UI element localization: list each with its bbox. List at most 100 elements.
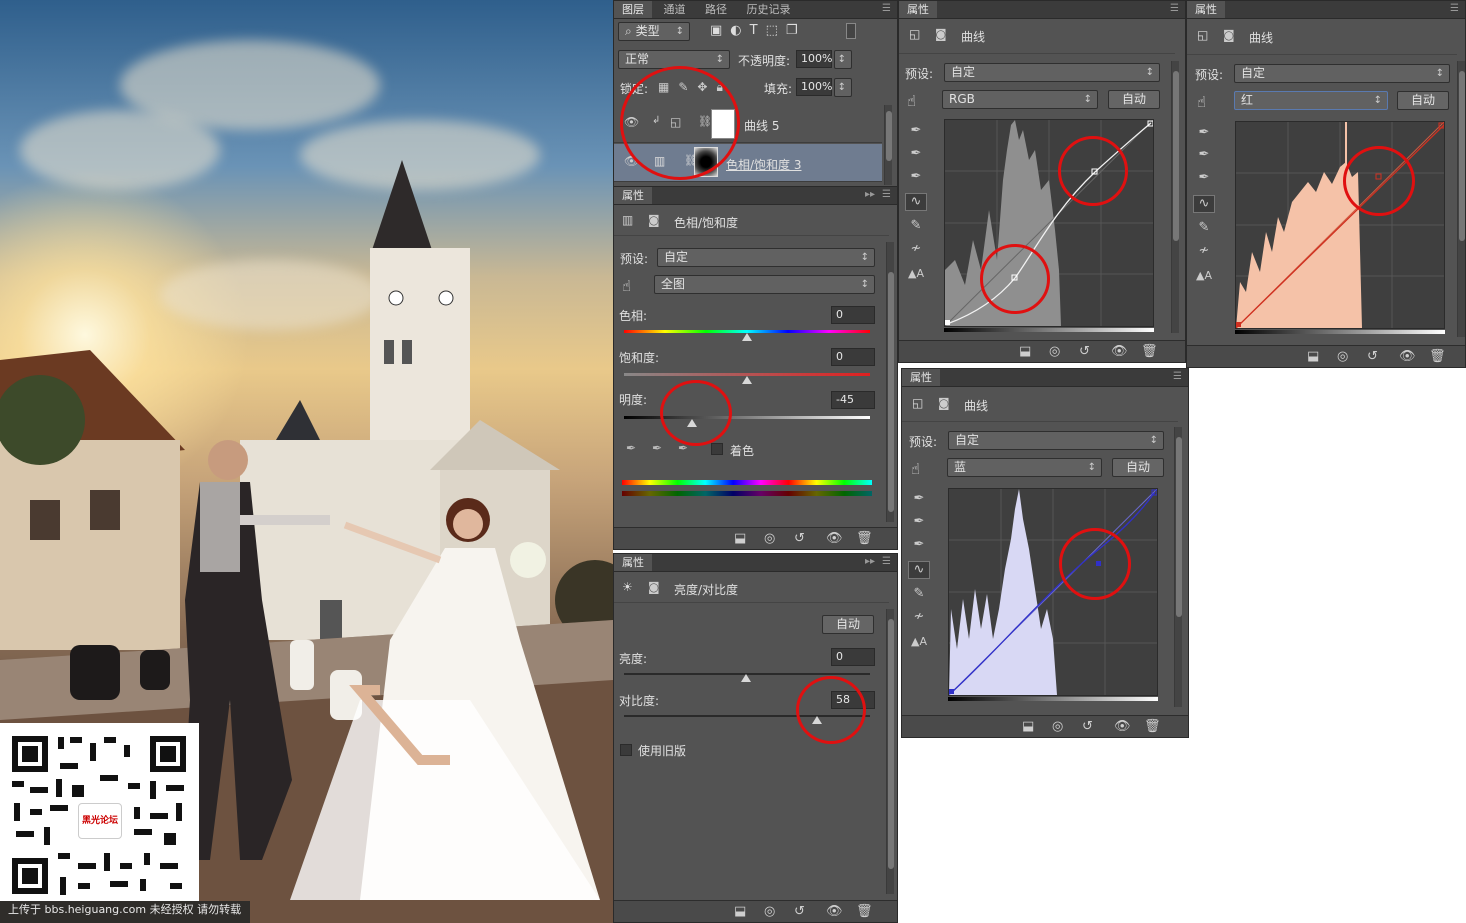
layer-name[interactable]: 色相/饱和度 3 xyxy=(726,156,802,173)
smooth-icon[interactable]: ≁ xyxy=(908,609,930,627)
tab-paths[interactable]: 路径 xyxy=(697,1,735,18)
visibility-icon[interactable]: 👁︎ xyxy=(1114,719,1131,734)
clipping-warning-icon[interactable]: ▲A xyxy=(908,635,930,653)
auto-button[interactable]: 自动 xyxy=(1397,91,1449,110)
smart-object-filter-icon[interactable]: ❐ xyxy=(786,23,806,38)
preset-select[interactable]: 自定 xyxy=(657,248,875,267)
shape-filter-icon[interactable]: ⬚ xyxy=(766,23,786,38)
delete-icon[interactable]: 🗑︎ xyxy=(1144,719,1161,734)
mask-icon[interactable]: ◙ xyxy=(1223,28,1235,42)
preset-select[interactable]: 自定 xyxy=(1234,64,1450,83)
eyedropper-white-icon[interactable]: ✒ xyxy=(1193,170,1215,188)
curve-point-tool-icon[interactable]: ∿ xyxy=(905,193,927,211)
lightness-input[interactable]: -45 xyxy=(831,391,875,409)
tab-properties[interactable]: 属性 xyxy=(614,554,652,571)
layer-filter-select[interactable]: ⌕ 类型 xyxy=(618,22,690,41)
saturation-slider-thumb[interactable] xyxy=(742,376,752,384)
clip-to-layer-icon[interactable]: ⬓ xyxy=(1019,344,1031,359)
panel-menu-icon[interactable]: ☰ xyxy=(882,556,891,567)
panel-menu-icon[interactable]: ☰ xyxy=(1450,3,1459,14)
mask-icon[interactable]: ◙ xyxy=(648,213,660,227)
auto-button[interactable]: 自动 xyxy=(1112,458,1164,477)
hand-targeted-adjust-icon[interactable]: ☝︎ xyxy=(911,460,920,478)
eyedropper-black-icon[interactable]: ✒ xyxy=(1193,125,1215,143)
fill-input[interactable]: 100% xyxy=(796,78,832,96)
delete-icon[interactable]: 🗑︎ xyxy=(1141,344,1158,359)
clipping-warning-icon[interactable]: ▲A xyxy=(1193,269,1215,287)
tab-channels[interactable]: 通道 xyxy=(656,1,694,18)
delete-icon[interactable]: 🗑︎ xyxy=(856,904,873,919)
smooth-icon[interactable]: ≁ xyxy=(905,241,927,259)
view-previous-icon[interactable]: ◎ xyxy=(1049,344,1060,359)
fill-dropdown[interactable] xyxy=(834,78,852,97)
view-previous-icon[interactable]: ◎ xyxy=(764,904,775,919)
panel-menu-icon[interactable]: ☰ xyxy=(882,3,891,14)
view-previous-icon[interactable]: ◎ xyxy=(764,531,775,546)
preset-select[interactable]: 自定 xyxy=(948,431,1164,450)
filter-icons[interactable]: ▣◐T⬚❐ xyxy=(710,23,806,38)
adjustment-filter-icon[interactable]: ◐ xyxy=(730,23,749,38)
hue-input[interactable]: 0 xyxy=(831,306,875,324)
eyedropper-black-icon[interactable]: ✒ xyxy=(905,123,927,141)
brightness-slider-thumb[interactable] xyxy=(741,674,751,682)
hue-slider-thumb[interactable] xyxy=(742,333,752,341)
pencil-tool-icon[interactable]: ✎ xyxy=(908,586,930,604)
tab-history[interactable]: 历史记录 xyxy=(739,1,799,18)
panel-scrollbar[interactable] xyxy=(1457,61,1465,337)
panel-menu-icon[interactable]: ☰ xyxy=(1170,3,1179,14)
tab-properties[interactable]: 属性 xyxy=(1187,1,1225,18)
collapse-icon[interactable]: ▸▸ xyxy=(865,189,875,200)
curves-graph[interactable] xyxy=(1235,121,1445,329)
eyedropper-plus-icon[interactable]: ✒ xyxy=(652,441,662,455)
tab-properties[interactable]: 属性 xyxy=(614,187,652,204)
type-filter-icon[interactable]: T xyxy=(750,23,766,38)
panel-scrollbar[interactable] xyxy=(1174,427,1182,707)
visibility-icon[interactable]: 👁︎ xyxy=(826,531,843,546)
hand-targeted-adjust-icon[interactable]: ☝︎ xyxy=(1197,93,1206,111)
mask-icon[interactable]: ◙ xyxy=(935,27,947,41)
eyedropper-icon[interactable]: ✒ xyxy=(626,441,636,455)
opacity-dropdown[interactable] xyxy=(834,50,852,69)
tab-layers[interactable]: 图层 xyxy=(614,1,652,18)
opacity-input[interactable]: 100% xyxy=(796,50,832,68)
mask-icon[interactable]: ◙ xyxy=(648,580,660,594)
saturation-input[interactable]: 0 xyxy=(831,348,875,366)
layers-scrollbar[interactable] xyxy=(884,105,892,185)
eyedropper-gray-icon[interactable]: ✒ xyxy=(1193,147,1215,165)
panel-menu-icon[interactable]: ☰ xyxy=(882,189,891,200)
use-legacy-checkbox[interactable] xyxy=(620,744,632,756)
brightness-input[interactable]: 0 xyxy=(831,648,875,666)
pencil-tool-icon[interactable]: ✎ xyxy=(905,218,927,236)
view-previous-icon[interactable]: ◎ xyxy=(1052,719,1063,734)
preset-select[interactable]: 自定 xyxy=(944,63,1160,82)
hand-targeted-adjust-icon[interactable]: ☝︎ xyxy=(907,92,916,110)
channel-select[interactable]: 红 xyxy=(1234,91,1388,110)
curve-point-tool-icon[interactable]: ∿ xyxy=(908,561,930,579)
panel-menu-icon[interactable]: ☰ xyxy=(1173,371,1182,382)
channel-select[interactable]: RGB xyxy=(942,90,1098,109)
visibility-icon[interactable]: 👁︎ xyxy=(1399,349,1416,364)
auto-button[interactable]: 自动 xyxy=(1108,90,1160,109)
channel-select[interactable]: 蓝 xyxy=(947,458,1102,477)
auto-button[interactable]: 自动 xyxy=(822,615,874,634)
clipping-warning-icon[interactable]: ▲A xyxy=(905,267,927,285)
view-previous-icon[interactable]: ◎ xyxy=(1337,349,1348,364)
filter-toggle[interactable] xyxy=(846,23,856,39)
reset-icon[interactable]: ↺ xyxy=(794,904,805,919)
tab-properties[interactable]: 属性 xyxy=(902,369,940,386)
pencil-tool-icon[interactable]: ✎ xyxy=(1193,220,1215,238)
mask-icon[interactable]: ◙ xyxy=(938,396,950,410)
curves-graph[interactable] xyxy=(948,488,1158,696)
eyedropper-white-icon[interactable]: ✒ xyxy=(905,169,927,187)
smooth-icon[interactable]: ≁ xyxy=(1193,243,1215,261)
reset-icon[interactable]: ↺ xyxy=(1079,344,1090,359)
panel-scrollbar[interactable] xyxy=(886,242,894,522)
clip-to-layer-icon[interactable]: ⬓ xyxy=(734,531,746,546)
eyedropper-gray-icon[interactable]: ✒ xyxy=(905,146,927,164)
layer-name[interactable]: 曲线 5 xyxy=(744,117,779,134)
eyedropper-white-icon[interactable]: ✒ xyxy=(908,537,930,555)
eyedropper-gray-icon[interactable]: ✒ xyxy=(908,514,930,532)
eyedropper-black-icon[interactable]: ✒ xyxy=(908,491,930,509)
clip-to-layer-icon[interactable]: ⬓ xyxy=(1307,349,1319,364)
curves-graph[interactable] xyxy=(944,119,1154,327)
